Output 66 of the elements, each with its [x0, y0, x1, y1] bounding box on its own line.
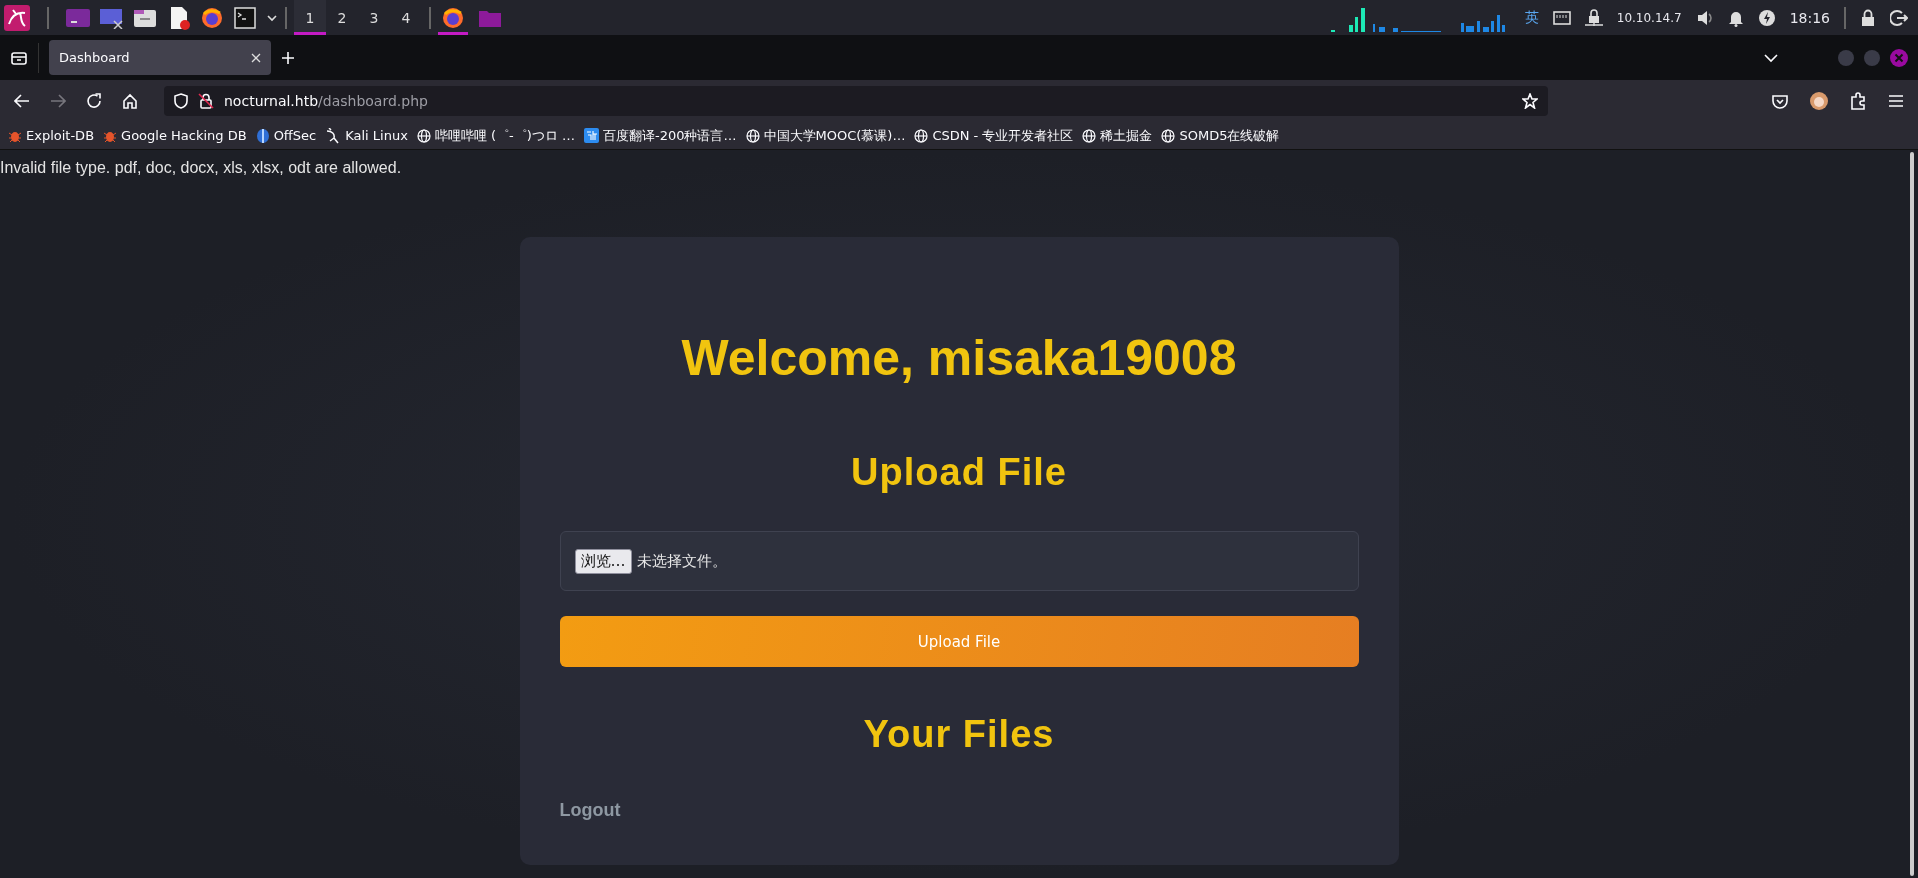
clock: 18:16	[1789, 9, 1830, 26]
address-bar[interactable]: nocturnal.htb/dashboard.php	[164, 86, 1548, 116]
globe-icon	[1082, 128, 1097, 143]
kali-logo-icon[interactable]	[4, 4, 30, 31]
terminal-icon[interactable]	[234, 6, 256, 29]
bookmark-link[interactable]: OffSec	[255, 127, 317, 144]
shield-icon[interactable]	[174, 93, 188, 109]
bookmark-link[interactable]: 百度翻译-200种语言…	[584, 126, 737, 145]
tab-overview-icon[interactable]	[10, 49, 28, 66]
ethernet-icon[interactable]	[1552, 9, 1571, 26]
globe-icon	[745, 128, 760, 143]
bookmark-link[interactable]: SOMD5在线破解	[1161, 126, 1280, 145]
file-status-text: 未选择文件。	[636, 551, 727, 571]
file-input-field[interactable]: 浏览… 未选择文件。	[559, 531, 1359, 591]
screenshot-icon[interactable]	[100, 6, 124, 29]
translate-icon	[584, 128, 599, 143]
logout-link[interactable]: Logout	[559, 799, 621, 821]
input-method-indicator[interactable]: 英	[1524, 8, 1539, 27]
firefox-icon[interactable]	[200, 5, 224, 30]
workspace-tab[interactable]: 3	[358, 0, 390, 35]
avatar-icon[interactable]	[1810, 92, 1828, 110]
power-bolt-icon[interactable]	[1757, 8, 1776, 27]
bookmark-link[interactable]: 中国大学MOOC(慕课)…	[745, 126, 906, 145]
text-editor-icon[interactable]	[168, 5, 190, 30]
firefox-icon[interactable]	[441, 5, 465, 30]
bookmark-link[interactable]: Exploit-DB	[8, 128, 95, 143]
back-arrow-icon[interactable]	[14, 94, 30, 108]
scrollbar[interactable]	[1910, 152, 1914, 876]
ip-address: 10.10.14.7	[1616, 10, 1682, 25]
bookmark-link[interactable]: Kali Linux	[325, 127, 408, 144]
insecure-lock-icon[interactable]	[198, 93, 214, 109]
pocket-icon[interactable]	[1772, 93, 1788, 109]
bookmark-link[interactable]: 哔哩哔哩 (゜-゜)つロ …	[416, 126, 575, 145]
workspace-tab[interactable]: 2	[326, 0, 358, 35]
home-icon[interactable]	[122, 93, 138, 109]
forward-arrow-icon	[50, 94, 66, 108]
welcome-heading: Welcome, misaka19008	[680, 330, 1238, 386]
workspace-tab[interactable]: 1	[294, 0, 326, 35]
url-text: nocturnal.htb/dashboard.php	[224, 93, 428, 109]
extensions-icon[interactable]	[1850, 92, 1866, 110]
vpn-lock-icon[interactable]	[1584, 8, 1603, 27]
globe-icon	[416, 128, 431, 143]
bookmark-link[interactable]: 稀土掘金	[1082, 126, 1153, 145]
bookmark-star-icon[interactable]	[1522, 93, 1538, 109]
error-message: Invalid file type. pdf, doc, docx, xls, xlsx, odt are allowed.	[0, 158, 402, 178]
menu-icon[interactable]	[1888, 94, 1904, 108]
globe-icon	[1161, 128, 1176, 143]
bookmark-link[interactable]: Google Hacking DB	[103, 128, 247, 143]
tab-list-icon[interactable]	[1764, 52, 1778, 63]
offsec-logo-icon	[255, 127, 270, 144]
files-heading: Your Files	[862, 713, 1056, 755]
logout-icon[interactable]	[1890, 8, 1908, 27]
reload-icon[interactable]	[86, 93, 102, 109]
upload-heading: Upload File	[850, 451, 1068, 493]
close-window-icon[interactable]	[1890, 48, 1908, 67]
volume-icon[interactable]	[1695, 8, 1714, 27]
browser-tab[interactable]: Dashboard	[49, 40, 271, 75]
close-tab-icon[interactable]	[251, 52, 261, 63]
workspace-tab[interactable]: 4	[390, 0, 422, 35]
bookmark-link[interactable]: CSDN - 专业开发者社区	[914, 126, 1074, 145]
dragon-icon	[325, 127, 342, 144]
globe-icon	[914, 128, 929, 143]
browse-button[interactable]: 浏览…	[574, 548, 632, 574]
lock-icon[interactable]	[1860, 8, 1876, 27]
new-tab-icon[interactable]	[281, 50, 295, 65]
terminal-window-icon[interactable]	[66, 6, 90, 29]
